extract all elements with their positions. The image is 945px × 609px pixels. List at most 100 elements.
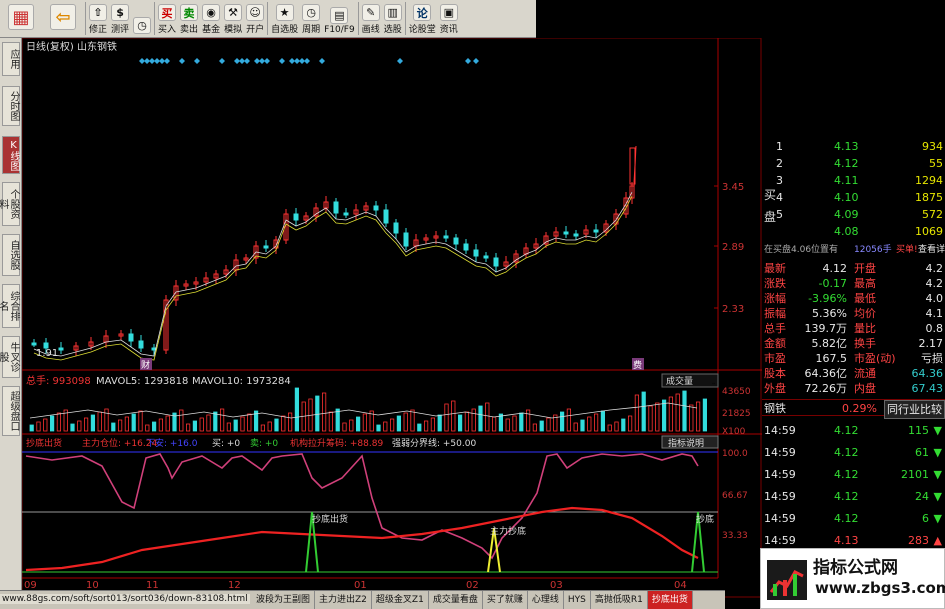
indicator-help-label: 指标说明 bbox=[668, 437, 704, 449]
logo-icon bbox=[767, 560, 807, 600]
sidebar-tab-1[interactable]: 分时图 bbox=[2, 86, 20, 126]
signal-diamond bbox=[473, 58, 479, 64]
candle-body bbox=[333, 201, 339, 214]
sidebar-tab-4[interactable]: 自选股 bbox=[2, 234, 20, 276]
stat-row: 市盈 167.5 市盈(动) 亏损 bbox=[762, 350, 945, 365]
candle-body bbox=[443, 235, 449, 239]
mavol10: MAVOL10: 1973284 bbox=[192, 376, 291, 387]
indicator-tab-2[interactable]: 超级金叉Z1 bbox=[372, 591, 429, 609]
volume-bar bbox=[655, 402, 660, 432]
volume-bar bbox=[546, 417, 551, 432]
toolbar-button-6[interactable]: 卖卖出 bbox=[178, 0, 200, 37]
candle-body bbox=[293, 213, 299, 221]
signal-annotation: 主力抄底 bbox=[490, 525, 526, 537]
volume-bar bbox=[145, 424, 150, 432]
indicator-tab-5[interactable]: 心理线 bbox=[528, 591, 564, 609]
dollar-icon: $ bbox=[111, 4, 130, 21]
toolbar-button-7[interactable]: ◉ 基金 bbox=[200, 0, 222, 37]
toolbar-button-9[interactable]: ☺ 开户 bbox=[244, 0, 266, 37]
sidebar-tab-5[interactable]: 综合排名 bbox=[0, 284, 20, 328]
toolbar-button-11[interactable]: ◷ 周期 bbox=[300, 0, 322, 37]
volume-bar bbox=[600, 410, 606, 432]
volume-bar bbox=[131, 413, 136, 432]
volume-bar bbox=[594, 413, 599, 432]
arrow-down-icon: ▼ bbox=[933, 512, 942, 525]
bid-price: 4.10 bbox=[834, 191, 859, 204]
volume-bar bbox=[315, 395, 320, 432]
star-list-icon: ★ bbox=[275, 4, 294, 21]
finance-marker-label: 费 bbox=[633, 359, 642, 371]
volume-bar bbox=[287, 412, 293, 432]
toolbar-button-10[interactable]: ★ 自选股 bbox=[269, 0, 300, 37]
indicator-tab-3[interactable]: 成交量看盘 bbox=[429, 591, 483, 609]
toolbar-button-4[interactable]: ◷ bbox=[131, 0, 153, 37]
toolbar-button-3[interactable]: $ 测评 bbox=[109, 0, 131, 37]
toolbar-button-5[interactable]: 买买入 bbox=[156, 0, 178, 37]
toolbar-button-0[interactable]: ▦ bbox=[0, 0, 42, 37]
tick-volume: 2101 bbox=[901, 468, 929, 481]
sidebar-tab-6[interactable]: 牛叉诊股 bbox=[0, 336, 20, 378]
bid-row: 3 4.11 1294 bbox=[762, 172, 945, 189]
sidebar-tab-0[interactable]: 应用 bbox=[2, 42, 20, 76]
volume-bar bbox=[274, 418, 279, 432]
tick-price: 4.12 bbox=[834, 490, 859, 503]
indicator-tab-0[interactable]: 波段为王副图 bbox=[252, 591, 316, 609]
signal-diamond bbox=[397, 58, 403, 64]
toolbar-button-16[interactable]: ▣ 资讯 bbox=[438, 0, 460, 37]
sidebar-tab-2[interactable]: K线图 bbox=[2, 136, 20, 174]
volume-bar bbox=[389, 418, 395, 432]
industry-compare-link[interactable]: 同行业比较 bbox=[884, 400, 945, 419]
watermark-url: www.zbgs3.com bbox=[815, 579, 945, 597]
volume-bar bbox=[226, 422, 231, 432]
tick-time: 14:59 bbox=[764, 424, 796, 437]
volume-bar bbox=[355, 416, 361, 432]
volume-bar bbox=[151, 421, 157, 432]
stat-value: 67.43 bbox=[911, 382, 944, 395]
volume-bar bbox=[689, 404, 694, 432]
signal-diamond bbox=[279, 58, 285, 64]
toolbar-button-2[interactable]: ⇧ 修正 bbox=[87, 0, 109, 37]
indicator-tab-1[interactable]: 主力进出Z2 bbox=[315, 591, 372, 609]
arrow-up-icon: ▲ bbox=[933, 534, 942, 547]
glyph-icon: 买 bbox=[158, 4, 177, 21]
signal-diamond bbox=[244, 58, 250, 64]
volume-bar bbox=[525, 409, 531, 432]
volume-bar bbox=[628, 415, 633, 432]
notice-order: 买单! bbox=[896, 245, 918, 255]
toolbar-button-13[interactable]: ✎ 画线 bbox=[360, 0, 382, 37]
kline-chart[interactable]: 日线(复权) 山东钢铁 3.45 2.89 2.33 1.91 财 费总手: 993098 M… bbox=[21, 37, 762, 598]
toolbar-button-1[interactable]: ⇦ bbox=[42, 0, 84, 37]
indicator-tab-6[interactable]: HYS bbox=[564, 591, 591, 609]
pencil-icon: ✎ bbox=[361, 4, 380, 21]
grid-icon: ▦ bbox=[8, 4, 34, 30]
toolbar-button-12[interactable]: ▤ F10/F9 bbox=[322, 0, 357, 37]
candle-body bbox=[563, 231, 569, 235]
indicator-tab-7[interactable]: 高抛低吸R1 bbox=[591, 591, 648, 609]
sidebar-tab-3[interactable]: 个股资料 bbox=[0, 182, 20, 226]
volume-bar bbox=[662, 399, 667, 432]
volume-bar bbox=[247, 413, 252, 432]
arrow-down-icon: ▼ bbox=[933, 468, 942, 481]
tick-volume: 61 bbox=[915, 446, 929, 459]
bid-level: 1 bbox=[776, 140, 783, 153]
bid-price: 4.09 bbox=[834, 208, 859, 221]
toolbar-button-15[interactable]: 论论股堂 bbox=[407, 0, 438, 37]
arrow-down-icon: ▼ bbox=[933, 424, 942, 437]
stat-row: 股本 64.36亿 流通 64.36 bbox=[762, 365, 945, 380]
sidebar-tab-7[interactable]: 超级盘口 bbox=[2, 386, 20, 436]
indicator-g: 强弱分界线: +50.00 bbox=[392, 437, 476, 449]
volume-bar bbox=[491, 416, 497, 432]
volume-bar bbox=[451, 400, 456, 432]
tick-volume: 6 bbox=[922, 512, 929, 525]
tick-time: 14:59 bbox=[764, 512, 796, 525]
indicator-a: 抄底出货 bbox=[26, 437, 62, 449]
volume-bar bbox=[118, 419, 123, 432]
indicator-tab-4[interactable]: 买了就赚 bbox=[483, 591, 528, 609]
toolbar-button-14[interactable]: ▥ 选股 bbox=[382, 0, 404, 37]
volume-bar bbox=[532, 423, 538, 432]
toolbar-button-8[interactable]: ⚒ 模拟 bbox=[222, 0, 244, 37]
indicator-tab-8[interactable]: 抄底出货 bbox=[647, 591, 693, 609]
volume-bar bbox=[335, 408, 340, 432]
arrow-down-icon: ▼ bbox=[933, 446, 942, 459]
bid-level: 5 bbox=[776, 208, 783, 221]
